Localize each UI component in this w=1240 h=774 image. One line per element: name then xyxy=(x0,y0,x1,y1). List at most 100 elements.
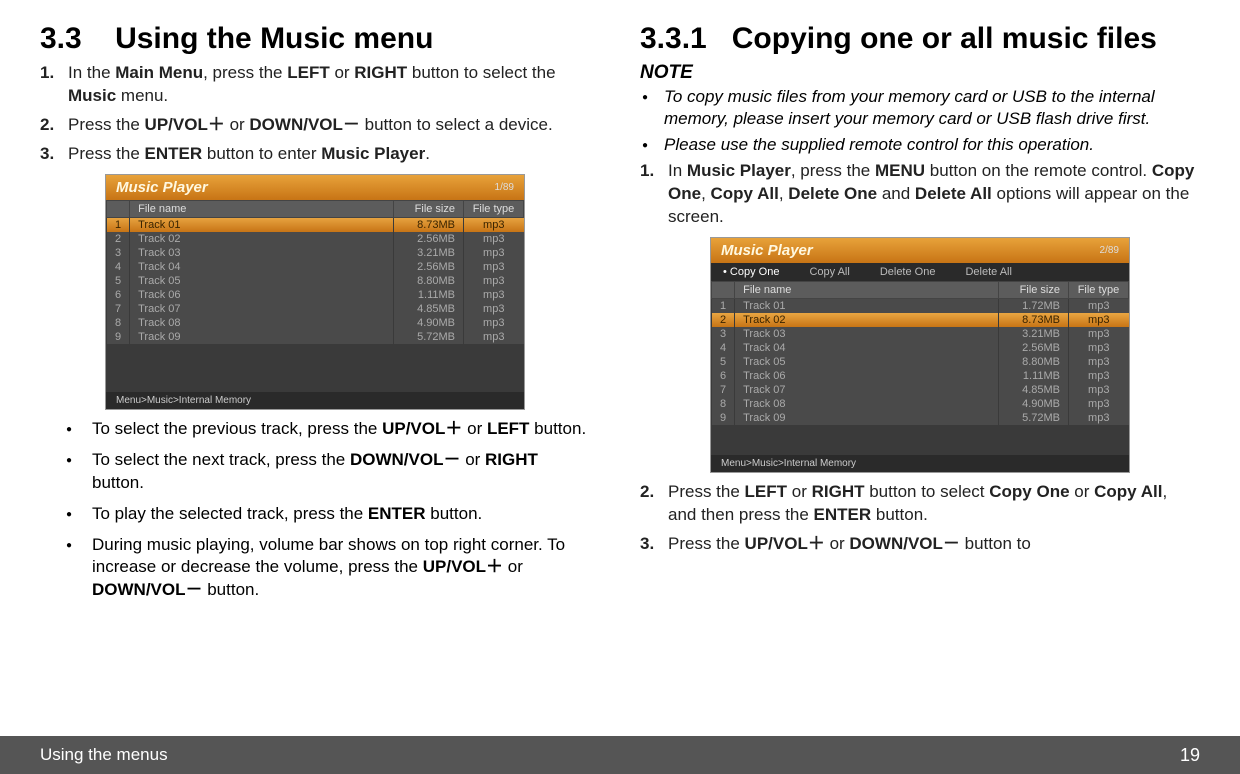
bold-term: LEFT xyxy=(287,63,330,82)
table-row: 9Track 095.72MBmp3 xyxy=(107,330,524,344)
step-text: button to enter xyxy=(202,144,321,163)
step-item: 1.In Music Player, press the MENU button… xyxy=(664,160,1200,229)
table-cell: mp3 xyxy=(1069,369,1129,383)
table-cell: 3 xyxy=(107,246,130,260)
step-number: 3. xyxy=(40,143,54,166)
table-cell: mp3 xyxy=(464,232,524,246)
table-row: 4Track 042.56MBmp3 xyxy=(107,260,524,274)
bold-term: Copy One xyxy=(989,482,1069,501)
step-number: 2. xyxy=(40,114,54,137)
step-text: button to xyxy=(960,534,1031,553)
table-cell: 1.11MB xyxy=(999,369,1069,383)
table-cell: 2 xyxy=(712,313,735,327)
menu-option: Delete All xyxy=(965,266,1011,278)
table-cell: 1.72MB xyxy=(999,299,1069,314)
table-cell: 1 xyxy=(107,217,130,232)
table-cell: 1 xyxy=(712,299,735,314)
screenshot-counter: 2/89 xyxy=(1100,245,1119,256)
table-cell: Track 05 xyxy=(130,274,394,288)
table-cell: 5 xyxy=(712,355,735,369)
bullet-text: To select the next track, press the xyxy=(92,450,350,469)
bold-term: LEFT xyxy=(487,419,530,438)
bold-term: Delete One xyxy=(788,184,877,203)
table-cell: Track 09 xyxy=(735,411,999,425)
table-cell: 8.73MB xyxy=(999,313,1069,327)
step-text: button. xyxy=(871,505,928,524)
numbered-steps: 1.In Music Player, press the MENU button… xyxy=(640,160,1200,229)
screenshot-spacer xyxy=(106,344,524,392)
col-index xyxy=(712,282,735,299)
screenshot-counter: 1/89 xyxy=(495,182,514,193)
screenshot-breadcrumb: Menu>Music>Internal Memory xyxy=(711,455,1129,472)
table-cell: 2.56MB xyxy=(394,260,464,274)
col-filetype: File type xyxy=(464,200,524,217)
bold-term: Delete All xyxy=(915,184,992,203)
section-number: 3.3 xyxy=(40,22,82,56)
step-number: 2. xyxy=(640,481,654,504)
table-cell: 9 xyxy=(107,330,130,344)
step-text: Press the xyxy=(68,144,145,163)
step-text: Press the xyxy=(668,482,745,501)
bold-term: Music Player xyxy=(687,161,791,180)
table-row: 5Track 058.80MBmp3 xyxy=(107,274,524,288)
table-cell: mp3 xyxy=(1069,327,1129,341)
step-text: button on the remote control. xyxy=(925,161,1152,180)
table-cell: mp3 xyxy=(464,274,524,288)
note-heading: NOTE xyxy=(640,62,1200,84)
bold-term: Music xyxy=(68,86,116,105)
step-item: 1.In the Main Menu, press the LEFT or RI… xyxy=(64,62,590,108)
table-cell: Track 01 xyxy=(130,217,394,232)
bold-term: ENTER xyxy=(814,505,872,524)
bullet-item: To select the next track, press the DOWN… xyxy=(88,449,590,495)
step-number: 3. xyxy=(640,533,654,556)
bold-term: RIGHT xyxy=(485,450,538,469)
table-cell: 4 xyxy=(107,260,130,274)
subsection-number: 3.3.1 xyxy=(640,22,707,56)
screenshot-titlebar: Music Player 1/89 xyxy=(106,175,524,200)
table-cell: 7 xyxy=(107,302,130,316)
note-item: Please use the supplied remote control f… xyxy=(664,134,1200,156)
table-cell: 7 xyxy=(712,383,735,397)
col-index xyxy=(107,200,130,217)
table-cell: Track 02 xyxy=(735,313,999,327)
bold-term: DOWN/VOL－ xyxy=(350,450,461,469)
table-cell: 8 xyxy=(107,316,130,330)
col-filesize: File size xyxy=(999,282,1069,299)
table-cell: mp3 xyxy=(464,316,524,330)
screenshot-container: Music Player 2/89 Copy OneCopy AllDelete… xyxy=(640,237,1200,473)
step-text: button to select the xyxy=(407,63,555,82)
step-text: or xyxy=(787,482,812,501)
screenshot-container: Music Player 1/89 File name File size Fi… xyxy=(40,174,590,410)
note-list: To copy music files from your memory car… xyxy=(640,86,1200,156)
table-row: 8Track 084.90MBmp3 xyxy=(712,397,1129,411)
bold-term: UP/VOL＋ xyxy=(145,115,225,134)
step-text: In xyxy=(668,161,687,180)
file-table: File name File size File type 1Track 018… xyxy=(106,200,524,344)
table-cell: Track 04 xyxy=(130,260,394,274)
bullet-text: or xyxy=(503,557,523,576)
left-column: 3.3 Using the Music menu 1.In the Main M… xyxy=(0,0,620,736)
step-text: or xyxy=(330,63,355,82)
step-text: , xyxy=(779,184,788,203)
menu-option: Copy One xyxy=(723,266,779,278)
table-cell: mp3 xyxy=(464,246,524,260)
step-text: Press the xyxy=(68,115,145,134)
table-cell: 3.21MB xyxy=(394,246,464,260)
table-cell: 1.11MB xyxy=(394,288,464,302)
step-text: button to select xyxy=(865,482,990,501)
table-cell: 5 xyxy=(107,274,130,288)
table-cell: Track 06 xyxy=(735,369,999,383)
subsection-heading: 3.3.1 Copying one or all music files xyxy=(640,22,1200,56)
table-row: 6Track 061.11MBmp3 xyxy=(107,288,524,302)
table-cell: Track 07 xyxy=(735,383,999,397)
section-heading: 3.3 Using the Music menu xyxy=(40,22,590,56)
bullet-text: To play the selected track, press the xyxy=(92,504,368,523)
step-text: or xyxy=(1070,482,1095,501)
table-row: 3Track 033.21MBmp3 xyxy=(107,246,524,260)
table-row: 7Track 074.85MBmp3 xyxy=(107,302,524,316)
table-cell: mp3 xyxy=(1069,299,1129,314)
bullet-text: or xyxy=(462,419,487,438)
table-cell: Track 04 xyxy=(735,341,999,355)
table-cell: mp3 xyxy=(1069,397,1129,411)
table-row: 6Track 061.11MBmp3 xyxy=(712,369,1129,383)
